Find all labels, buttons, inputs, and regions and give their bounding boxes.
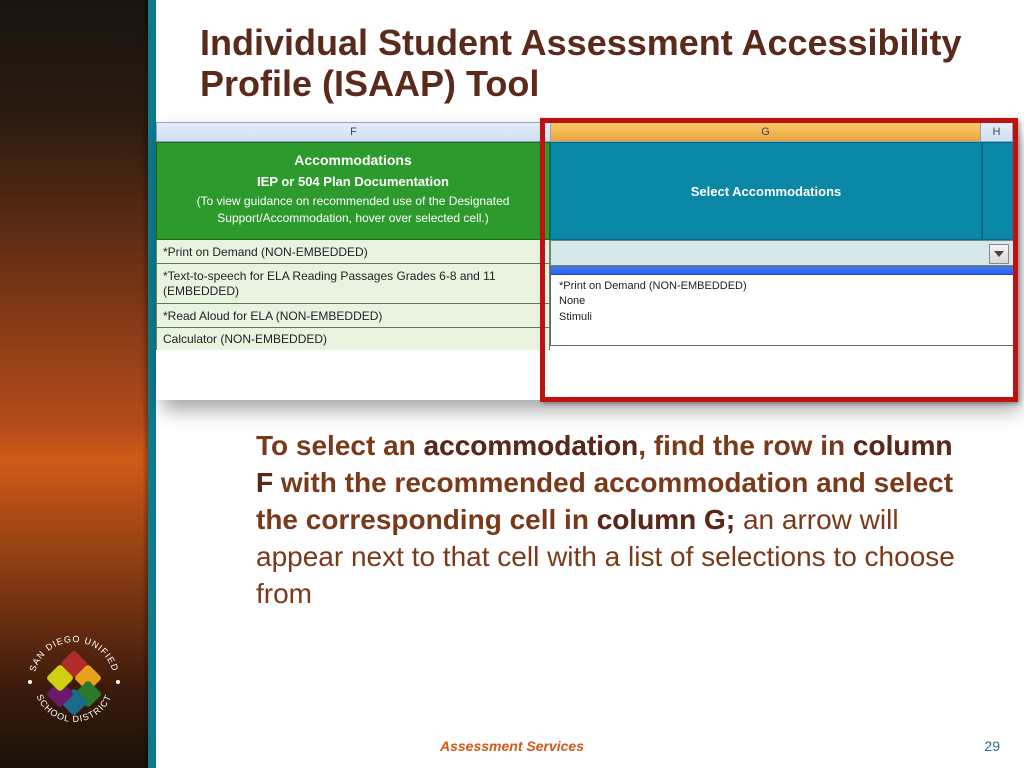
- instr-part: To select an: [256, 430, 424, 461]
- header-f-line1: Accommodations: [175, 151, 531, 171]
- selected-cell-g[interactable]: [550, 240, 1014, 266]
- slide: SAN DIEGO UNIFIED SCHOOL DISTRICT Indivi…: [0, 0, 1024, 768]
- dropdown-option[interactable]: *Print on Demand (NON-EMBEDDED): [559, 279, 1005, 294]
- dropdown-list[interactable]: *Print on Demand (NON-EMBEDDED) None Sti…: [550, 266, 1014, 346]
- rows-column-f: *Print on Demand (NON-EMBEDDED) *Text-to…: [156, 240, 550, 350]
- row-cell[interactable]: *Print on Demand (NON-EMBEDDED): [157, 240, 549, 264]
- row-cell[interactable]: *Text-to-speech for ELA Reading Passages…: [157, 264, 549, 304]
- column-header-row: F G H: [156, 122, 1014, 142]
- district-logo: SAN DIEGO UNIFIED SCHOOL DISTRICT: [18, 626, 130, 738]
- header-g: Select Accommodations: [550, 142, 982, 240]
- logo-flower-icon: [48, 656, 100, 708]
- sidebar-panel: SAN DIEGO UNIFIED SCHOOL DISTRICT: [0, 0, 148, 768]
- dropdown-highlight-bar: [551, 267, 1013, 275]
- header-f-line3: (To view guidance on recommended use of …: [175, 193, 531, 227]
- dropdown-arrow-icon[interactable]: [989, 244, 1009, 264]
- row-cell[interactable]: Calculator (NON-EMBEDDED): [157, 328, 549, 350]
- column-header-h[interactable]: H: [981, 123, 1013, 141]
- header-f: Accommodations IEP or 504 Plan Documenta…: [156, 142, 550, 240]
- section-header-row: Accommodations IEP or 504 Plan Documenta…: [156, 142, 1014, 240]
- spreadsheet-screenshot: F G H Accommodations IEP or 504 Plan Doc…: [156, 122, 1014, 400]
- column-header-f[interactable]: F: [157, 123, 551, 141]
- instr-keyword: column G;: [597, 504, 735, 535]
- column-header-g[interactable]: G: [551, 123, 981, 141]
- instruction-text: To select an accommodation, find the row…: [256, 428, 974, 613]
- slide-title: Individual Student Assessment Accessibil…: [200, 22, 984, 105]
- footer-label: Assessment Services: [0, 738, 1024, 754]
- page-number: 29: [984, 738, 1000, 754]
- header-h: [982, 142, 1014, 240]
- rows-column-g: *Print on Demand (NON-EMBEDDED) None Sti…: [550, 240, 1014, 350]
- instr-keyword: accommodation: [424, 430, 639, 461]
- dropdown-option[interactable]: Stimuli: [559, 310, 1005, 325]
- header-f-line2: IEP or 504 Plan Documentation: [175, 173, 531, 191]
- instr-part: , find the row in: [638, 430, 853, 461]
- row-cell[interactable]: *Read Aloud for ELA (NON-EMBEDDED): [157, 304, 549, 328]
- accent-bar: [148, 0, 156, 768]
- dropdown-option[interactable]: None: [559, 294, 1005, 309]
